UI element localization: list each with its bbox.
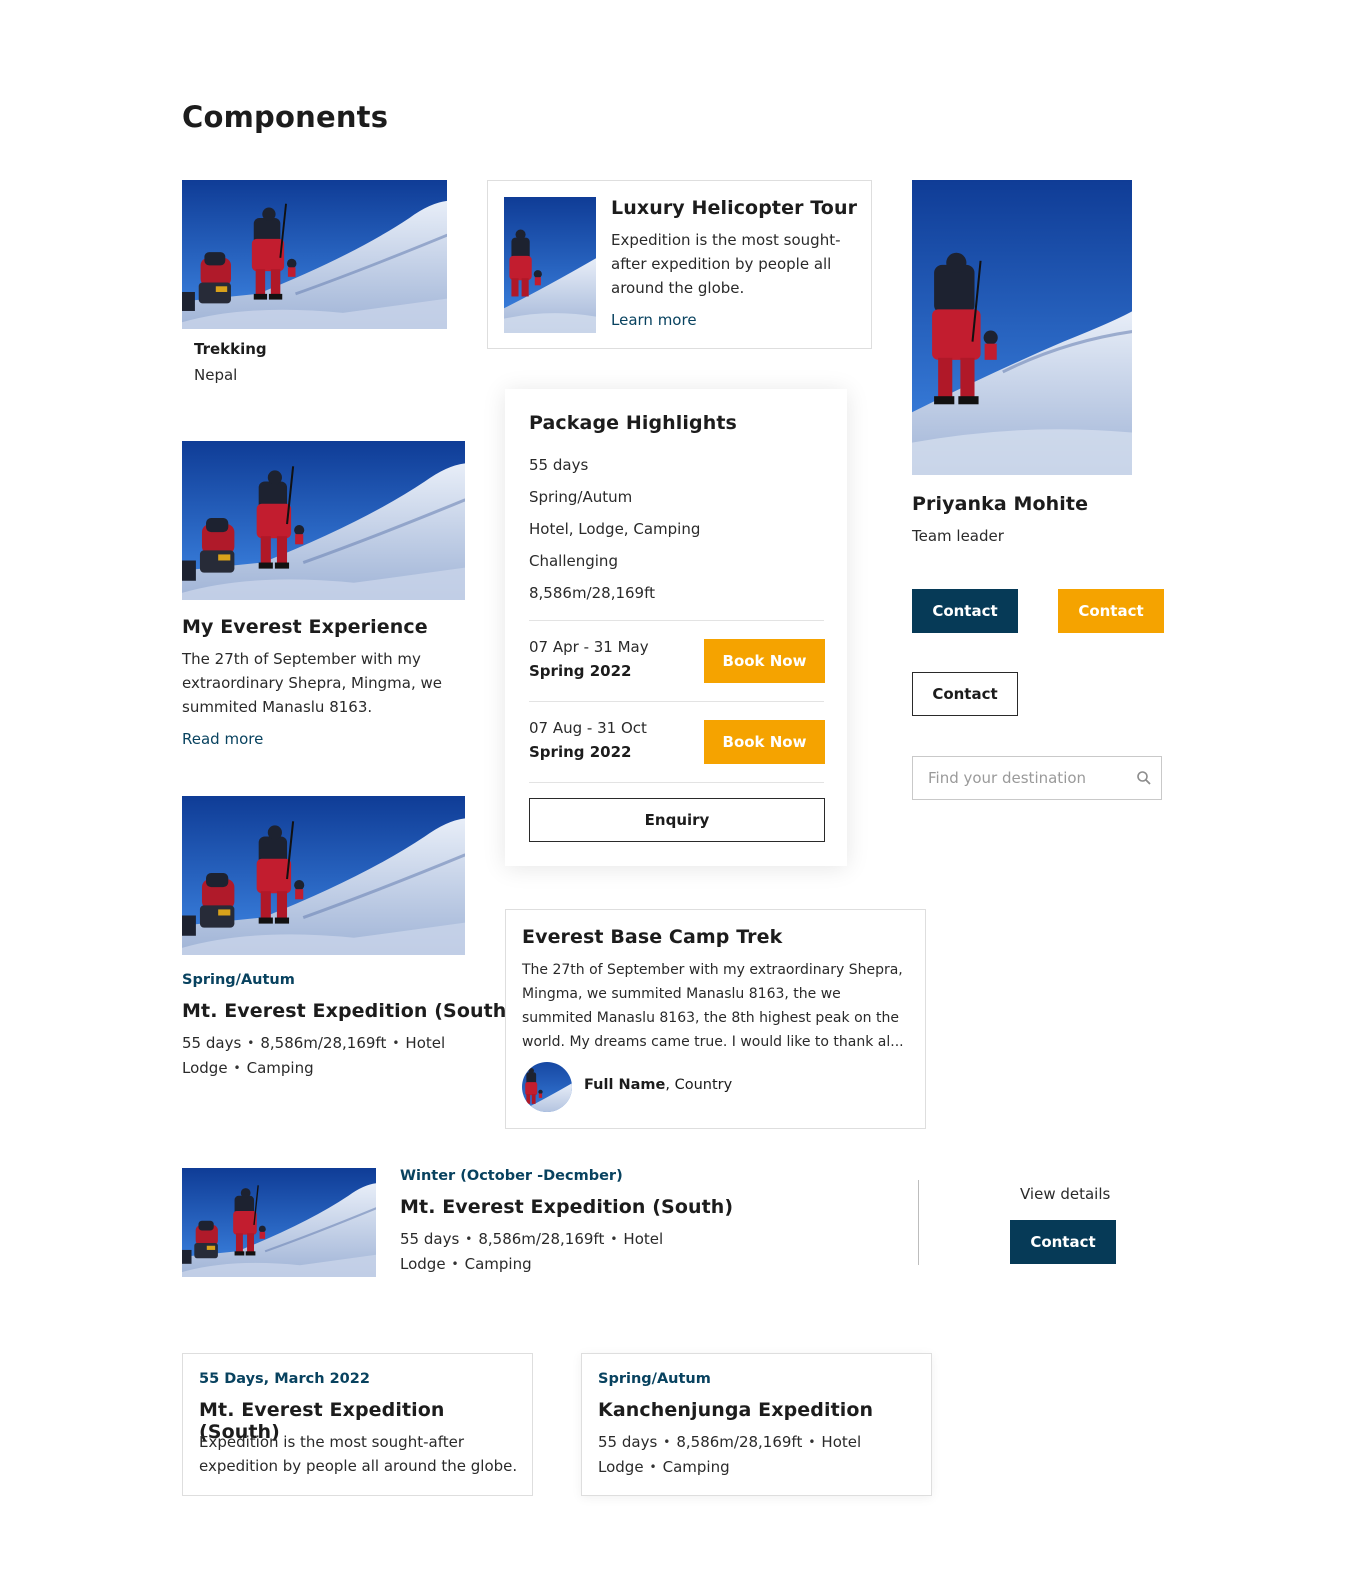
trek-image[interactable] xyxy=(182,180,447,329)
review-author: Full Name, Country xyxy=(584,1077,733,1093)
contact-button-navy[interactable]: Contact xyxy=(912,589,1018,633)
leader-photo xyxy=(912,180,1132,475)
story-image[interactable] xyxy=(182,441,465,600)
contact-button-outline[interactable]: Contact xyxy=(912,672,1018,716)
story-excerpt: The 27th of September with my extraordin… xyxy=(182,650,443,716)
divider xyxy=(529,620,824,621)
small-card-kanchenjunga[interactable]: Spring/Autum Kanchenjunga Expedition 55 … xyxy=(581,1353,932,1496)
divider xyxy=(529,701,824,702)
leader-role: Team leader xyxy=(912,527,1004,545)
list-item-image[interactable] xyxy=(182,1168,376,1277)
search-box[interactable] xyxy=(912,756,1162,800)
trek-subtitle: Nepal xyxy=(194,366,238,384)
list-item-title[interactable]: Mt. Everest Expedition (South) xyxy=(400,1196,733,1218)
review-text: The 27th of September with my extraordin… xyxy=(522,962,904,1050)
small-card-text: Expedition is the most sought-after expe… xyxy=(199,1433,518,1475)
expedition-image[interactable] xyxy=(182,796,465,955)
expedition-season: Spring/Autum xyxy=(182,972,295,988)
departure-season: Spring 2022 xyxy=(529,662,632,680)
read-more-link[interactable]: Read more xyxy=(182,730,263,748)
review-card: Everest Base Camp Trek The 27th of Septe… xyxy=(505,909,926,1129)
review-title: Everest Base Camp Trek xyxy=(522,926,783,948)
view-details-link[interactable]: View details xyxy=(1020,1182,1110,1206)
story-title: My Everest Experience xyxy=(182,616,428,638)
highlights-title: Package Highlights xyxy=(529,412,737,434)
contact-button-orange[interactable]: Contact xyxy=(1058,589,1164,633)
divider xyxy=(529,782,824,783)
small-card-kicker: 55 Days, March 2022 xyxy=(199,1371,370,1387)
book-now-button[interactable]: Book Now xyxy=(704,639,825,683)
departure-dates: 07 Apr - 31 May xyxy=(529,638,649,656)
enquiry-button[interactable]: Enquiry xyxy=(529,798,825,842)
small-card-kicker: Spring/Autum xyxy=(598,1371,711,1387)
book-now-button[interactable]: Book Now xyxy=(704,720,825,764)
highlight-item: Hotel, Lodge, Camping xyxy=(529,520,701,538)
list-item-season: Winter (October -Decmber) xyxy=(400,1168,623,1184)
leader-name: Priyanka Mohite xyxy=(912,493,1089,515)
highlight-item: 8,586m/28,169ft xyxy=(529,584,655,602)
vertical-divider xyxy=(918,1180,919,1265)
search-input[interactable] xyxy=(913,769,1127,787)
search-icon[interactable] xyxy=(1127,770,1161,786)
small-card-title: Kanchenjunga Expedition xyxy=(598,1399,874,1421)
highlight-item: 55 days xyxy=(529,456,589,474)
trek-title: Trekking xyxy=(194,340,267,358)
highlight-item: Challenging xyxy=(529,552,618,570)
expedition-meta: 55 days • 8,586m/28,169ft • Hotel Lodge • Camp… xyxy=(182,1034,446,1077)
departure-season: Spring 2022 xyxy=(529,743,632,761)
helicopter-image xyxy=(504,197,596,333)
avatar xyxy=(522,1062,572,1112)
helicopter-description: Expedition is the most sought- after exp… xyxy=(611,231,841,297)
package-highlights-card: Package Highlights 55 days Spring/Autum … xyxy=(505,389,847,866)
small-card-expedition[interactable]: 55 Days, March 2022 Mt. Everest Expediti… xyxy=(182,1353,533,1496)
contact-button[interactable]: Contact xyxy=(1010,1220,1116,1264)
expedition-title[interactable]: Mt. Everest Expedition (South) xyxy=(182,1000,515,1022)
helicopter-title: Luxury Helicopter Tour xyxy=(611,197,858,219)
list-item-meta: 55 days • 8,586m/28,169ft • Hotel Lodge • Camp… xyxy=(400,1230,664,1273)
helicopter-card[interactable]: Luxury Helicopter Tour Expedition is the… xyxy=(487,180,872,349)
highlight-item: Spring/Autum xyxy=(529,488,633,506)
departure-dates: 07 Aug - 31 Oct xyxy=(529,719,647,737)
page-title: Components xyxy=(182,100,389,134)
small-card-meta: 55 days • 8,586m/28,169ft • Hotel Lodge • Camp… xyxy=(598,1433,862,1476)
learn-more-link[interactable]: Learn more xyxy=(611,311,697,329)
